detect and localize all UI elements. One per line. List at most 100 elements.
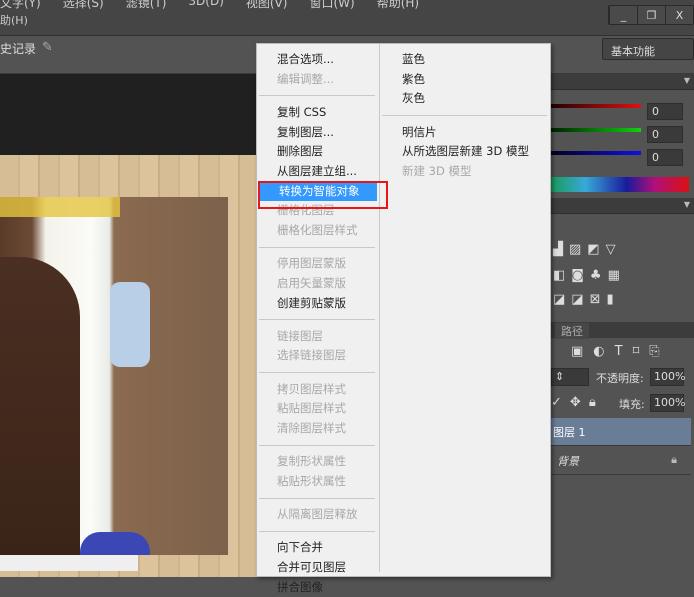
menu-item[interactable]: 窗口(W): [309, 0, 354, 11]
context-menu-item[interactable]: 从图层建立组...: [257, 162, 379, 182]
layer-context-menu: 混合选项... 编辑调整... 复制 CSS 复制图层... 删除图层 从图层建立组...…: [256, 43, 551, 594]
context-menu-item[interactable]: 删除图层: [257, 142, 379, 162]
menu-separator: [257, 241, 379, 255]
context-menu-item[interactable]: 蓝色: [380, 50, 551, 70]
gradient-icon[interactable]: ▽: [606, 242, 616, 257]
photo-filter-icon[interactable]: ♣: [590, 268, 602, 283]
layers-tab-bar: 路径: [551, 322, 694, 339]
context-menu-item[interactable]: 复制图层...: [257, 123, 379, 143]
blend-mode-select[interactable]: ⇕: [551, 368, 589, 386]
green-slider[interactable]: [551, 128, 641, 132]
context-menu-item: 粘贴图层样式: [277, 401, 346, 416]
blue-value[interactable]: 0: [647, 149, 683, 166]
adjustment-icons-row-2: ◧ ◙ ♣ ▦: [553, 268, 620, 283]
menu-help[interactable]: 助(H): [0, 12, 28, 28]
image-filter-icon[interactable]: ▣: [571, 344, 583, 359]
curves-icon[interactable]: ▨: [569, 242, 581, 257]
invert-icon[interactable]: ◪: [553, 292, 565, 307]
adjustment-icons-row-1: ▟ ▨ ◩ ▽: [553, 242, 616, 257]
context-menu-item: 粘贴形状属性: [277, 473, 346, 488]
adjustment-icons-row-3: ◪ ◪ ⊠ ▮: [553, 292, 614, 307]
minimize-button[interactable]: _: [609, 6, 637, 24]
context-menu-item[interactable]: 向下合并: [257, 538, 379, 558]
menu-item[interactable]: 文字(Y): [0, 0, 41, 11]
lock-paint-icon[interactable]: ✓: [551, 395, 562, 410]
context-menu-item[interactable]: 复制 CSS: [257, 103, 379, 123]
green-value[interactable]: 0: [647, 126, 683, 143]
adjustments-panel-header: ▼: [551, 198, 694, 214]
posterize-icon[interactable]: ◪: [571, 292, 583, 307]
color-spectrum[interactable]: [551, 177, 689, 192]
context-menu-item[interactable]: 拼合图像: [257, 578, 379, 597]
red-slider[interactable]: [551, 104, 641, 108]
exposure-icon[interactable]: ◩: [587, 242, 599, 257]
shape-filter-icon[interactable]: ⌑: [633, 344, 640, 359]
layer-name: 背景: [557, 455, 579, 468]
smart-filter-icon[interactable]: ⎘: [649, 344, 659, 359]
context-menu-item: 清除图层样式: [277, 421, 346, 435]
context-menu-item: 从隔离图层释放: [277, 507, 358, 522]
close-button[interactable]: X: [665, 6, 693, 24]
opacity-input[interactable]: 100%: [650, 368, 685, 386]
type-filter-icon[interactable]: T: [615, 344, 623, 359]
levels-icon[interactable]: ▟: [553, 242, 563, 257]
photo-border-strip: [0, 555, 138, 571]
context-menu-item: 停用图层蒙版: [277, 256, 346, 271]
panel-menu-icon[interactable]: ▼: [684, 200, 690, 209]
context-menu-item[interactable]: 合并可见图层: [257, 558, 379, 578]
context-menu-item[interactable]: 创建剪贴蒙版: [257, 294, 379, 314]
window-controls: _ ❐ X: [608, 5, 694, 25]
lock-position-icon[interactable]: ✥: [570, 395, 581, 410]
fill-input[interactable]: 100%: [650, 394, 685, 412]
menu-separator: [257, 439, 379, 453]
blue-slider[interactable]: [551, 151, 641, 155]
panel-menu-icon[interactable]: ▼: [684, 76, 690, 85]
history-label[interactable]: 史记录: [0, 40, 36, 57]
canvas-background: [0, 74, 256, 155]
context-menu-item: 拷贝图层样式: [277, 381, 346, 396]
context-menu-item[interactable]: 紫色: [380, 70, 551, 90]
context-menu-item: 编辑调整...: [277, 71, 334, 86]
tab-paths[interactable]: 路径: [555, 323, 589, 339]
menu-separator: [380, 109, 551, 123]
bw-icon[interactable]: ◙: [571, 268, 584, 283]
red-value[interactable]: 0: [647, 103, 683, 120]
context-menu-item: 选择链接图层: [277, 348, 346, 363]
context-menu-item: 复制形状属性: [277, 454, 346, 469]
opacity-label: 不透明度:: [596, 372, 644, 385]
fill-label: 填充:: [619, 398, 645, 411]
menu-item[interactable]: 帮助(H): [377, 0, 419, 11]
lock-icon: 🔒︎: [671, 453, 677, 466]
gradient-map-icon[interactable]: ▮: [607, 292, 614, 307]
history-brush-icon[interactable]: ✎: [42, 40, 53, 55]
context-menu-item: 栅格化图层样式: [277, 223, 358, 237]
lock-all-icon[interactable]: 🔒︎: [589, 395, 596, 410]
menu-item[interactable]: 选择(S): [63, 0, 104, 11]
mixer-icon[interactable]: ▦: [608, 268, 620, 283]
color-balance-icon[interactable]: ◧: [553, 268, 565, 283]
menu-item[interactable]: 滤镜(T): [126, 0, 167, 11]
menu-bar: 文字(Y) 选择(S) 滤镜(T) 3D(D) 视图(V) 窗口(W) 帮助(H) 助(H)…: [0, 0, 694, 36]
threshold-icon[interactable]: ⊠: [590, 292, 601, 307]
highlight-annotation-box: [258, 181, 388, 209]
workspace-select[interactable]: 基本功能: [602, 38, 694, 60]
menu-item[interactable]: 3D(D): [188, 0, 223, 11]
menu-separator: [257, 89, 379, 103]
context-menu-item[interactable]: 明信片: [380, 123, 551, 143]
context-menu-item[interactable]: 从所选图层新建 3D 模型: [380, 142, 551, 162]
menu-item[interactable]: 视图(V): [246, 0, 288, 11]
context-menu-left-column: 混合选项... 编辑调整... 复制 CSS 复制图层... 删除图层 从图层建立组...…: [257, 50, 379, 597]
photo-layer[interactable]: [0, 197, 228, 555]
context-menu-item: 链接图层: [277, 328, 323, 343]
context-menu-item[interactable]: 混合选项...: [257, 50, 379, 70]
layer-row-layer1[interactable]: 图层 1: [551, 418, 691, 446]
right-panels: ▼ 0 0 0 ▼ ▟ ▨ ◩ ▽ ◧ ◙ ♣ ▦ ◪ ◪ ⊠ ▮ 路径 ▣ ◐ T ⌑ ⎘ ⇕ 不透明度…: [551, 74, 694, 577]
menu-separator: [257, 525, 379, 539]
menu-bar-items: 文字(Y) 选择(S) 滤镜(T) 3D(D) 视图(V) 窗口(W) 帮助(H): [0, 0, 419, 11]
context-menu-item[interactable]: 灰色: [380, 89, 551, 109]
adjust-filter-icon[interactable]: ◐: [593, 344, 604, 359]
context-menu-item: 启用矢量蒙版: [277, 275, 346, 290]
layer-row-background[interactable]: 背景 🔒︎: [551, 447, 691, 475]
restore-button[interactable]: ❐: [637, 6, 665, 24]
menu-separator: [257, 492, 379, 506]
